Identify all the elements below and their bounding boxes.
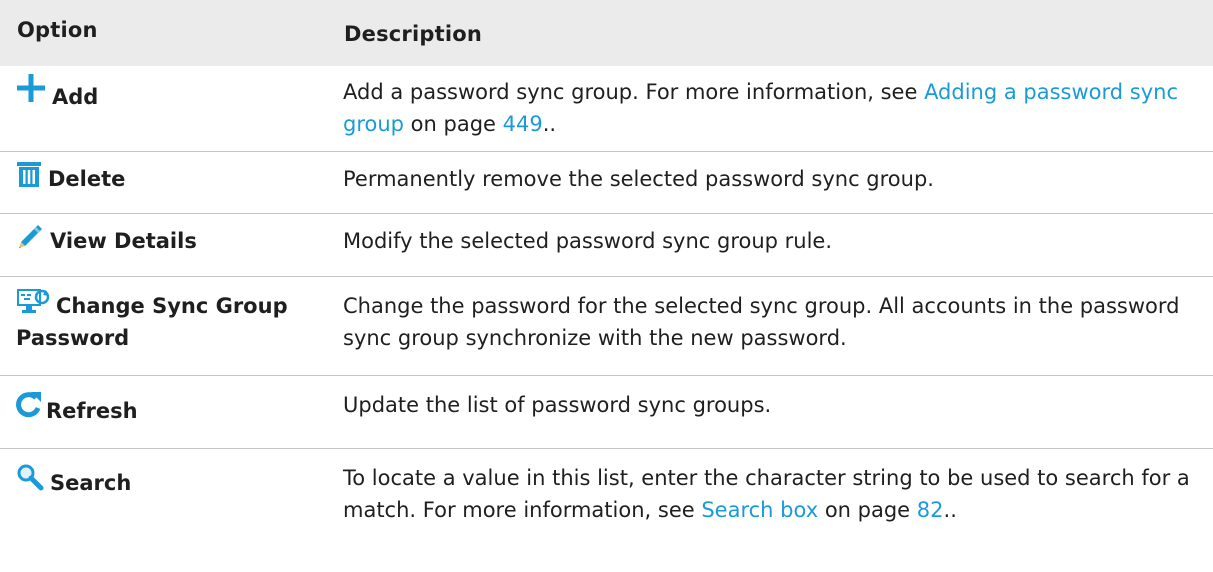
- description-cell: Modify the selected password sync group …: [343, 225, 1198, 257]
- option-label: Add: [52, 85, 99, 109]
- description-text: ..: [943, 498, 957, 522]
- link-search-box[interactable]: Search box: [701, 498, 818, 522]
- plus-icon: [16, 73, 46, 103]
- refresh-icon: [16, 389, 42, 419]
- monitor-sync-icon: [16, 288, 50, 316]
- link-page-number[interactable]: 449: [503, 112, 543, 136]
- search-icon: [16, 463, 44, 491]
- option-cell: Add: [16, 74, 326, 113]
- link-page-number[interactable]: 82: [917, 498, 944, 522]
- option-label: Change Sync Group Password: [16, 294, 288, 350]
- option-label: Search: [50, 471, 132, 495]
- table-row: Change Sync Group Password Change the pa…: [0, 277, 1213, 376]
- option-cell: Change Sync Group Password: [16, 288, 326, 354]
- option-cell: Search: [16, 464, 326, 499]
- description-text: on page: [818, 498, 917, 522]
- option-cell: Delete: [16, 161, 326, 195]
- trash-icon: [16, 161, 42, 189]
- table-row: Search To locate a value in this list, e…: [0, 449, 1213, 572]
- description-cell: Update the list of password sync groups.: [343, 389, 1198, 421]
- option-label: Delete: [48, 167, 126, 191]
- table-row: Add Add a password sync group. For more …: [0, 66, 1213, 152]
- table-header: Option Description: [0, 0, 1213, 66]
- description-text: Modify the selected password sync group …: [343, 229, 833, 253]
- header-option: Option: [17, 18, 98, 42]
- description-cell: Permanently remove the selected password…: [343, 163, 1198, 195]
- options-table: Option Description Add Add a password sy…: [0, 0, 1213, 572]
- option-label: View Details: [50, 229, 197, 253]
- description-cell: Change the password for the selected syn…: [343, 290, 1198, 354]
- table-row: Delete Permanently remove the selected p…: [0, 152, 1213, 214]
- table-row: Refresh Update the list of password sync…: [0, 376, 1213, 449]
- description-cell: Add a password sync group. For more info…: [343, 76, 1198, 140]
- pencil-icon: [16, 223, 44, 251]
- description-text: on page: [404, 112, 503, 136]
- description-cell: To locate a value in this list, enter th…: [343, 462, 1198, 526]
- description-text: Permanently remove the selected password…: [343, 167, 934, 191]
- option-cell: View Details: [16, 223, 326, 257]
- description-text: Change the password for the selected syn…: [343, 294, 1180, 350]
- table-row: View Details Modify the selected passwor…: [0, 214, 1213, 277]
- description-text: Update the list of password sync groups.: [343, 393, 772, 417]
- description-text: ..: [542, 112, 557, 136]
- option-label: Refresh: [46, 399, 138, 423]
- header-description: Description: [344, 22, 483, 46]
- option-cell: Refresh: [16, 392, 326, 427]
- description-text: Add a password sync group. For more info…: [343, 80, 925, 104]
